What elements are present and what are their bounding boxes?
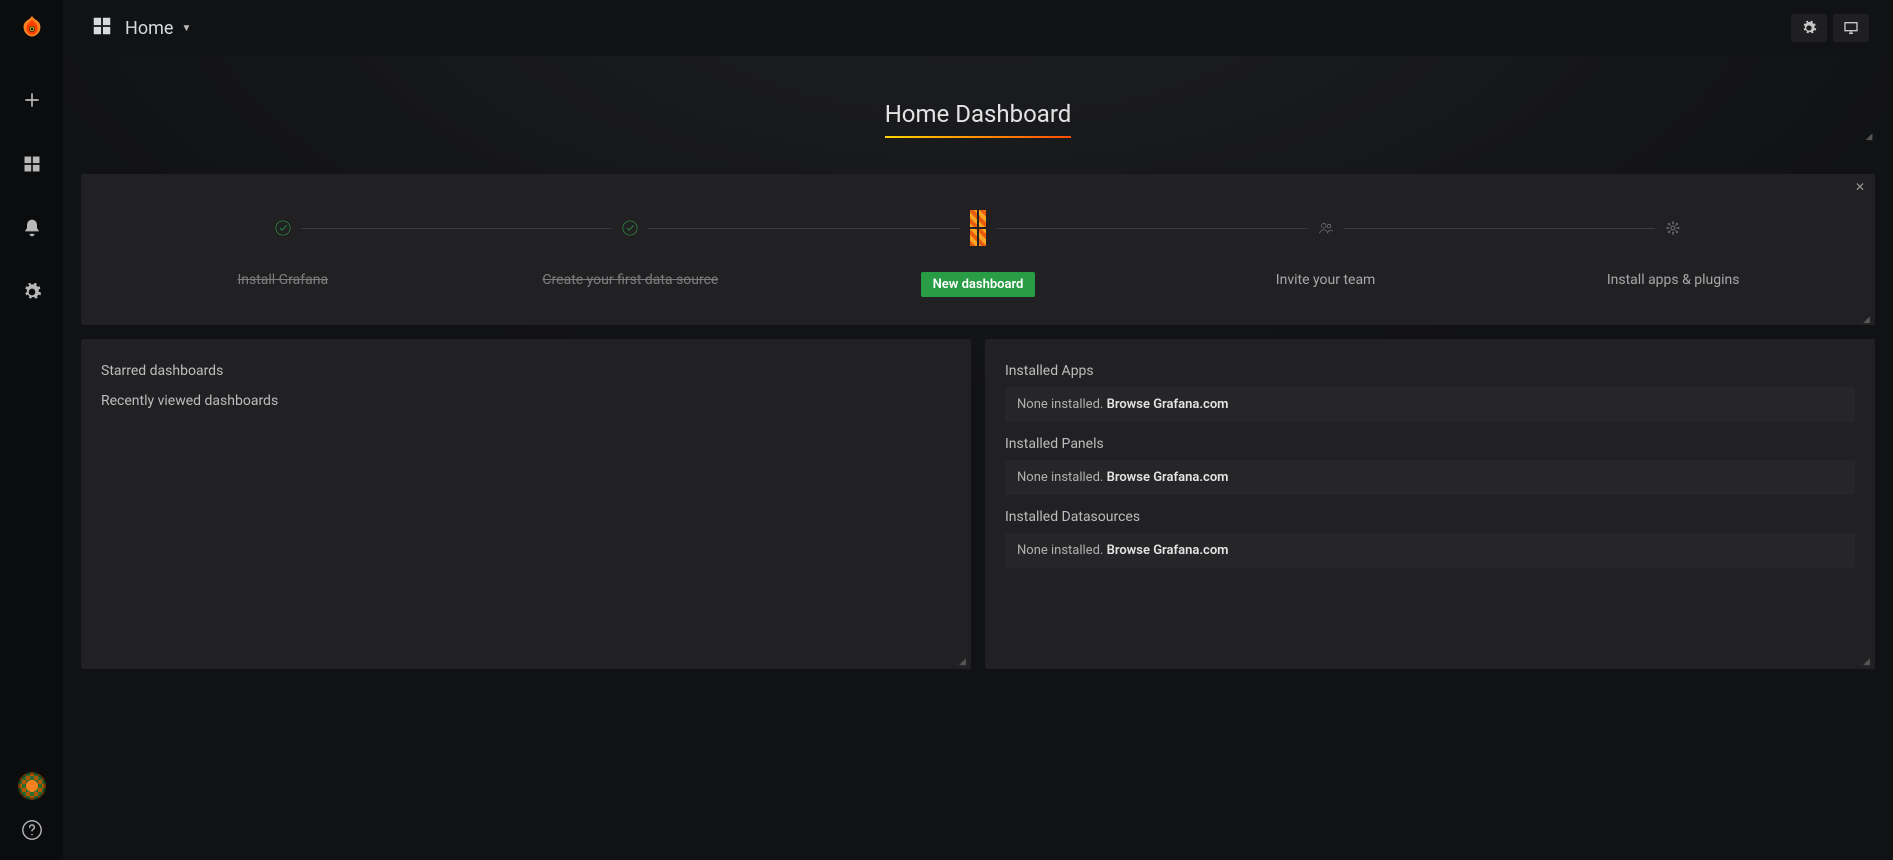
help-button[interactable] <box>20 818 44 842</box>
step-install-plugins[interactable]: Install apps & plugins <box>1499 210 1847 288</box>
sidebar-item-dashboards[interactable] <box>8 144 56 184</box>
step-label: Install apps & plugins <box>1607 272 1740 288</box>
gear-icon <box>1801 20 1817 36</box>
sidebar <box>0 0 63 860</box>
user-avatar[interactable] <box>18 772 46 800</box>
dashboards-icon <box>91 15 113 41</box>
plugins-panel: Installed Apps None installed. Browse Gr… <box>985 339 1875 669</box>
browse-apps-link[interactable]: Browse Grafana.com <box>1107 397 1229 412</box>
grid-icon <box>22 154 42 174</box>
installed-apps-heading: Installed Apps <box>1005 363 1855 379</box>
step-label: Create your first data source <box>542 272 718 288</box>
dashboard-picker-label: Home <box>125 18 173 39</box>
settings-button[interactable] <box>1791 14 1827 42</box>
step-create-datasource[interactable]: Create your first data source <box>457 210 805 288</box>
sidebar-item-create[interactable] <box>8 80 56 120</box>
title-panel: Home Dashboard ◢ <box>81 100 1875 138</box>
browse-datasources-link[interactable]: Browse Grafana.com <box>1107 543 1229 558</box>
panels-row: Starred dashboards Recently viewed dashb… <box>81 339 1875 669</box>
resize-handle-icon[interactable]: ◢ <box>1863 315 1871 323</box>
topbar: Home ▼ <box>63 0 1893 56</box>
installed-panels-empty: None installed. Browse Grafana.com <box>1005 460 1855 495</box>
sidebar-item-configuration[interactable] <box>8 272 56 312</box>
question-circle-icon <box>21 819 43 841</box>
check-circle-icon <box>275 211 291 245</box>
resize-handle-icon[interactable]: ◢ <box>959 657 967 665</box>
plus-icon <box>22 90 42 110</box>
installed-datasources-heading: Installed Datasources <box>1005 509 1855 525</box>
empty-text: None installed. <box>1017 470 1103 485</box>
browse-panels-link[interactable]: Browse Grafana.com <box>1107 470 1229 485</box>
step-label: Invite your team <box>1276 272 1376 288</box>
topbar-right <box>1791 14 1869 42</box>
step-invite-team[interactable]: Invite your team <box>1152 210 1500 288</box>
getting-started-panel: ✕ Install Grafana Create your first <box>81 174 1875 325</box>
starred-dashboards-heading: Starred dashboards <box>101 363 951 379</box>
sidebar-item-alerting[interactable] <box>8 208 56 248</box>
page-title: Home Dashboard <box>885 100 1072 138</box>
check-circle-icon <box>622 211 638 245</box>
caret-down-icon: ▼ <box>181 23 191 34</box>
installed-panels-heading: Installed Panels <box>1005 436 1855 452</box>
installed-apps-empty: None installed. Browse Grafana.com <box>1005 387 1855 422</box>
grafana-logo-icon <box>17 14 47 44</box>
empty-text: None installed. <box>1017 397 1103 412</box>
resize-handle-icon[interactable]: ◢ <box>1863 657 1871 665</box>
empty-text: None installed. <box>1017 543 1103 558</box>
dashboards-panel: Starred dashboards Recently viewed dashb… <box>81 339 971 669</box>
recent-dashboards-heading: Recently viewed dashboards <box>101 393 951 409</box>
sidebar-nav <box>8 80 56 312</box>
main: Home Dashboard ◢ ✕ Install Grafana <box>63 56 1893 860</box>
monitor-icon <box>1843 20 1859 36</box>
new-dashboard-button[interactable]: New dashboard <box>921 272 1036 297</box>
users-icon <box>1318 210 1334 246</box>
installed-datasources-empty: None installed. Browse Grafana.com <box>1005 533 1855 568</box>
close-icon: ✕ <box>1855 180 1865 194</box>
resize-handle-icon[interactable]: ◢ <box>1865 132 1873 140</box>
dashboard-picker[interactable]: Home ▼ <box>91 15 191 41</box>
dashboard-icon <box>970 210 986 246</box>
close-button[interactable]: ✕ <box>1855 180 1865 194</box>
sidebar-bottom <box>18 772 46 860</box>
cycle-view-button[interactable] <box>1833 14 1869 42</box>
grafana-logo[interactable] <box>17 14 47 44</box>
onboarding-steps: Install Grafana Create your first data s… <box>109 210 1847 297</box>
step-new-dashboard[interactable]: New dashboard <box>804 210 1152 297</box>
step-label: Install Grafana <box>237 272 328 288</box>
bell-icon <box>22 218 42 238</box>
step-install-grafana[interactable]: Install Grafana <box>109 210 457 288</box>
apps-icon <box>1665 210 1681 246</box>
gear-icon <box>22 282 42 302</box>
